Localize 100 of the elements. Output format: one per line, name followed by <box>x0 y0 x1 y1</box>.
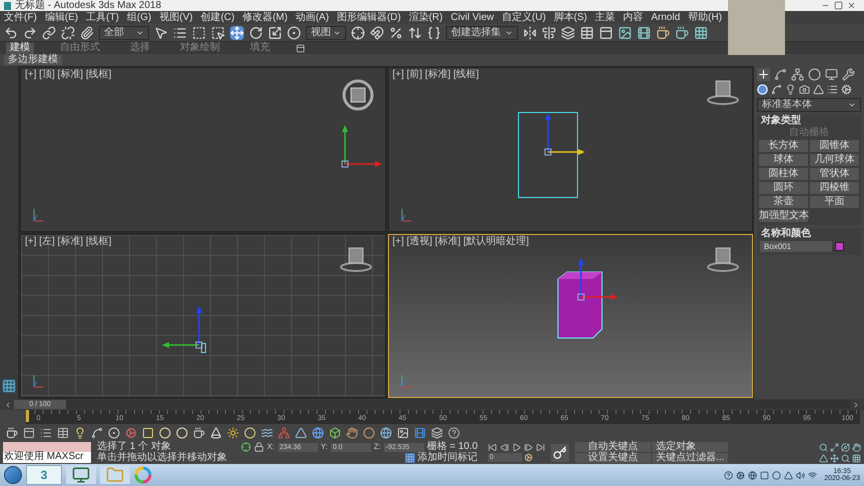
start-button[interactable] <box>4 466 22 484</box>
table-icon[interactable] <box>57 426 69 438</box>
zoom-icon[interactable] <box>819 442 828 452</box>
object-button[interactable]: 长方体 <box>759 140 808 152</box>
name-field[interactable]: Box001 <box>760 241 832 252</box>
isolate-icon[interactable] <box>241 442 251 452</box>
box-icon[interactable] <box>329 426 341 438</box>
circle-icon[interactable] <box>808 68 821 81</box>
globe-icon[interactable] <box>748 470 758 480</box>
wrench-icon[interactable] <box>842 68 855 81</box>
link-icon[interactable] <box>42 26 56 40</box>
image-icon[interactable] <box>618 26 632 40</box>
pan-icon[interactable] <box>852 442 861 452</box>
sun-icon[interactable] <box>227 426 239 438</box>
viewcube-icon[interactable] <box>338 244 372 274</box>
time-config-icon[interactable] <box>524 453 533 462</box>
mirror-icon[interactable] <box>523 26 537 40</box>
ribbon-tab[interactable]: 建模 <box>6 42 34 54</box>
rollout-title[interactable]: 对象类型 <box>757 115 861 126</box>
ribbon-panel-label[interactable]: 多边形建模 <box>4 55 62 65</box>
help-icon[interactable] <box>448 426 460 438</box>
spline-icon[interactable] <box>91 426 103 438</box>
network-icon[interactable] <box>808 470 818 480</box>
redo-icon[interactable] <box>23 26 37 40</box>
auto-key-button[interactable]: 自动关键点 <box>574 442 651 452</box>
color-swatch[interactable] <box>835 242 844 251</box>
square-icon[interactable] <box>760 470 770 480</box>
maximize-viewport-icon[interactable] <box>852 454 861 462</box>
viewport[interactable]: [+] [左] [标准] [线框] <box>20 234 386 398</box>
menu-item[interactable]: 修改器(M) <box>242 12 288 22</box>
object-button[interactable]: 圆环 <box>759 182 808 194</box>
waves-icon[interactable] <box>261 426 273 438</box>
layers-icon[interactable] <box>561 26 575 40</box>
time-marker[interactable] <box>26 410 29 422</box>
sphere-icon[interactable] <box>244 426 256 438</box>
menu-item[interactable]: 自定义(U) <box>502 12 546 22</box>
taskbar-app-button[interactable]: 3 <box>26 465 62 485</box>
zoom-extents-icon[interactable] <box>830 442 839 452</box>
cog-icon[interactable] <box>736 470 746 480</box>
box-drawing[interactable] <box>556 270 602 338</box>
rotate-icon[interactable] <box>249 26 263 40</box>
circle-icon[interactable] <box>772 470 782 480</box>
next-frame-icon[interactable] <box>852 400 860 408</box>
viewcube-icon[interactable] <box>706 78 740 108</box>
scale-icon[interactable] <box>268 26 282 40</box>
menu-item[interactable]: 文件(F) <box>4 12 37 22</box>
object-button[interactable]: 四棱锥 <box>810 182 859 194</box>
field-of-view-icon[interactable] <box>819 454 828 462</box>
menu-item[interactable]: 脚本(S) <box>554 12 588 22</box>
viewport-label[interactable]: [+] [透视] [标准] [默认明暗处理] <box>392 236 529 246</box>
box-outline[interactable] <box>518 112 578 198</box>
triangle-icon[interactable] <box>784 470 794 480</box>
script-input[interactable] <box>3 442 91 452</box>
color-wheel-icon[interactable] <box>134 466 152 484</box>
zoom-region-icon[interactable] <box>841 454 850 462</box>
grid-icon[interactable] <box>694 26 708 40</box>
shapes-icon[interactable] <box>771 84 782 95</box>
move-icon[interactable] <box>230 26 244 40</box>
align-icon[interactable] <box>542 26 556 40</box>
hierarchy-icon[interactable] <box>791 68 804 81</box>
panel-icon[interactable] <box>599 26 613 40</box>
next-key-icon[interactable] <box>524 443 533 452</box>
menu-item[interactable]: 创建(C) <box>200 12 235 22</box>
sphere-icon[interactable] <box>363 426 375 438</box>
menu-item[interactable]: 编辑(E) <box>44 12 78 22</box>
move-gizmo[interactable] <box>542 112 586 158</box>
percent-snap-icon[interactable] <box>389 26 403 40</box>
film-icon[interactable] <box>414 426 426 438</box>
object-button[interactable]: 几何球体 <box>810 154 859 166</box>
paperclip-icon[interactable] <box>80 26 94 40</box>
monitor-icon[interactable] <box>66 466 96 484</box>
walk-icon[interactable] <box>830 454 839 462</box>
light-icon[interactable] <box>74 426 86 438</box>
viewport-label[interactable]: [+] [前] [标准] [线框] <box>392 70 479 80</box>
viewcube-icon[interactable] <box>340 78 374 112</box>
table-icon[interactable] <box>580 26 594 40</box>
pointer-icon[interactable] <box>154 26 168 40</box>
braces-icon[interactable] <box>427 26 441 40</box>
hand-icon[interactable] <box>346 426 358 438</box>
menu-item[interactable]: 内容 <box>623 12 644 22</box>
go-to-start-icon[interactable] <box>488 443 497 452</box>
previous-key-icon[interactable] <box>500 443 509 452</box>
viewport[interactable]: [+] [顶] [标准] [线框] <box>20 67 386 232</box>
menu-item[interactable]: 帮助(H) <box>688 12 722 22</box>
script-output[interactable]: 欢迎使用 MAXScr <box>3 452 91 463</box>
volume-icon[interactable] <box>796 470 806 480</box>
named-selection-dropdown[interactable]: 创建选择集 <box>446 26 518 40</box>
lock-icon[interactable] <box>254 442 264 452</box>
ribbon-tab[interactable]: 对象绘制 <box>176 42 224 54</box>
crosshair-icon[interactable] <box>351 26 365 40</box>
menu-item[interactable]: 组(G) <box>126 12 152 22</box>
globe-icon[interactable] <box>312 426 324 438</box>
object-button[interactable]: 球体 <box>759 154 808 166</box>
ribbon-tab[interactable]: 填充 <box>246 42 274 54</box>
curve-icon[interactable] <box>774 68 787 81</box>
list-icon[interactable] <box>173 26 187 40</box>
play-icon[interactable] <box>512 443 521 452</box>
selection-rectangle-icon[interactable] <box>192 26 206 40</box>
category-dropdown[interactable]: 标准基本体 <box>757 98 861 112</box>
menu-item[interactable]: 工具(T) <box>86 12 119 22</box>
